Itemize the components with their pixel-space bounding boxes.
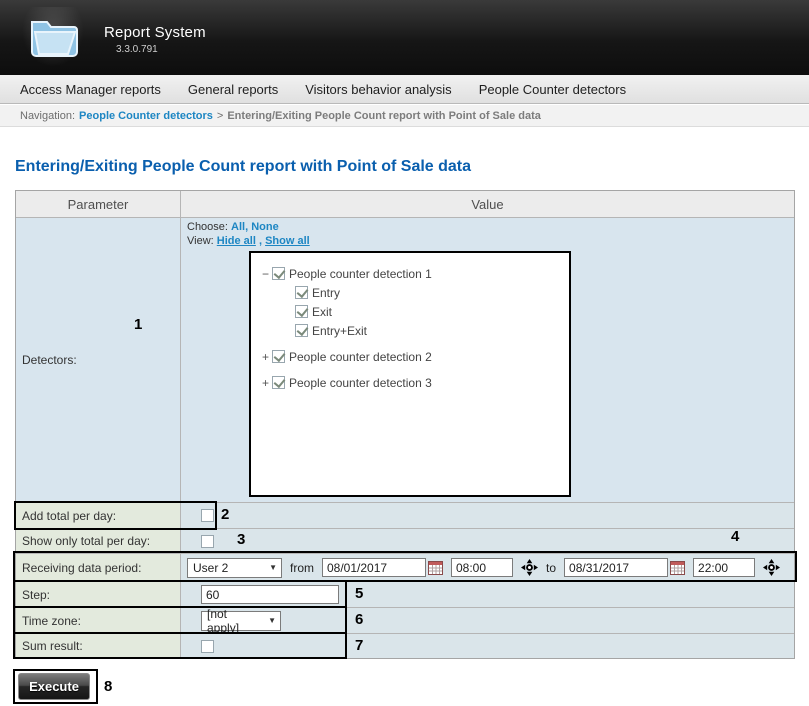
- tree-item-detection-1: − People counter detection 1: [259, 265, 563, 282]
- app-version: 3.3.0.791: [116, 44, 158, 55]
- entry-exit-checkbox[interactable]: [295, 324, 308, 337]
- page-title: Entering/Exiting People Count report wit…: [15, 158, 471, 176]
- receiving-period-row: Receiving data period: User 2 ▼ from: [16, 553, 794, 581]
- tree-item-detection-2: + People counter detection 2: [259, 348, 563, 365]
- main-menu: Access Manager reports General reports V…: [0, 75, 809, 104]
- tree-item-label: Entry: [312, 286, 340, 300]
- app-header: Report System 3.3.0.791: [0, 0, 809, 75]
- tree-item-label: Entry+Exit: [312, 324, 367, 338]
- parameters-table: Parameter Value Detectors: Choose: All, …: [15, 190, 795, 659]
- from-time-input[interactable]: [451, 558, 513, 577]
- add-total-row: Add total per day:: [16, 502, 794, 528]
- detectors-value-cell: Choose: All, None View: Hide all , Show …: [181, 218, 794, 502]
- view-separator: ,: [259, 235, 262, 247]
- report-system-logo-icon: [27, 12, 79, 63]
- menu-item-access-manager-reports[interactable]: Access Manager reports: [20, 82, 161, 97]
- show-only-total-value-cell: [181, 529, 794, 553]
- time-picker-icon[interactable]: [763, 559, 780, 576]
- show-only-total-row: Show only total per day:: [16, 528, 794, 553]
- choose-none-link[interactable]: None: [251, 221, 279, 233]
- view-line: View: Hide all , Show all: [185, 234, 790, 248]
- app-title: Report System: [104, 24, 206, 41]
- from-date-input[interactable]: [322, 558, 426, 577]
- chevron-down-icon: ▼: [269, 563, 277, 572]
- breadcrumb-current: Entering/Exiting People Count report wit…: [227, 110, 541, 122]
- time-zone-select[interactable]: [not apply] ▼: [201, 611, 281, 631]
- tree-item-label: People counter detection 3: [289, 376, 432, 390]
- expand-toggle-icon[interactable]: +: [259, 376, 272, 390]
- detector-3-checkbox[interactable]: [272, 376, 285, 389]
- to-date-group: [564, 558, 685, 577]
- breadcrumb-link-people-counter-detectors[interactable]: People Counter detectors: [79, 110, 213, 122]
- tree-item-entry-exit: Entry+Exit: [259, 322, 563, 339]
- column-header-value: Value: [181, 191, 794, 217]
- detectors-row: Detectors: Choose: All, None View: Hide …: [16, 217, 794, 502]
- add-total-value-cell: [181, 503, 794, 528]
- collapse-toggle-icon[interactable]: −: [259, 267, 272, 281]
- entry-checkbox[interactable]: [295, 286, 308, 299]
- tree-item-label: Exit: [312, 305, 332, 319]
- time-picker-icon[interactable]: [521, 559, 538, 576]
- chevron-down-icon: ▼: [268, 616, 276, 625]
- from-label: from: [290, 561, 314, 575]
- tree-item-detection-3: + People counter detection 3: [259, 374, 563, 391]
- to-date-input[interactable]: [564, 558, 668, 577]
- tree-item-label: People counter detection 2: [289, 350, 432, 364]
- choose-label: Choose:: [187, 221, 228, 233]
- view-label: View:: [187, 235, 214, 247]
- menu-item-people-counter-detectors[interactable]: People Counter detectors: [479, 82, 626, 97]
- detectors-label: Detectors:: [16, 218, 181, 502]
- period-user-select-value: User 2: [193, 561, 228, 575]
- time-zone-label: Time zone:: [16, 608, 181, 633]
- show-all-link[interactable]: Show all: [265, 235, 310, 247]
- time-zone-value-cell: [not apply] ▼: [181, 608, 794, 633]
- choose-all-link[interactable]: All: [231, 221, 245, 233]
- tree-item-entry: Entry: [259, 284, 563, 301]
- show-only-total-label: Show only total per day:: [16, 529, 181, 553]
- to-time-input[interactable]: [693, 558, 755, 577]
- report-system-page: Report System 3.3.0.791 Access Manager r…: [0, 0, 809, 706]
- step-label: Step:: [16, 582, 181, 607]
- calendar-icon[interactable]: [670, 561, 685, 575]
- hide-all-link[interactable]: Hide all: [217, 235, 256, 247]
- execute-button[interactable]: Execute: [18, 673, 90, 700]
- menu-item-visitors-behavior-analysis[interactable]: Visitors behavior analysis: [305, 82, 451, 97]
- sum-result-checkbox[interactable]: [201, 640, 214, 653]
- expand-toggle-icon[interactable]: +: [259, 350, 272, 364]
- show-only-total-checkbox[interactable]: [201, 535, 214, 548]
- step-input[interactable]: [201, 585, 339, 604]
- detector-2-checkbox[interactable]: [272, 350, 285, 363]
- sum-result-label: Sum result:: [16, 634, 181, 658]
- table-header-row: Parameter Value: [16, 191, 794, 217]
- time-zone-row: Time zone: [not apply] ▼: [16, 607, 794, 633]
- exit-checkbox[interactable]: [295, 305, 308, 318]
- breadcrumb: Navigation: People Counter detectors > E…: [0, 105, 809, 127]
- detectors-tree: − People counter detection 1 Entry Exit: [249, 251, 571, 497]
- time-zone-select-value: [not apply]: [207, 607, 262, 635]
- step-row: Step:: [16, 581, 794, 607]
- choose-separator: ,: [245, 221, 248, 233]
- sum-result-value-cell: [181, 634, 794, 658]
- period-user-select[interactable]: User 2 ▼: [187, 558, 282, 578]
- choose-line: Choose: All, None: [185, 220, 790, 234]
- column-header-parameter: Parameter: [16, 191, 181, 217]
- detector-1-checkbox[interactable]: [272, 267, 285, 280]
- calendar-icon[interactable]: [428, 561, 443, 575]
- to-label: to: [546, 561, 556, 575]
- receiving-period-label: Receiving data period:: [16, 554, 181, 581]
- add-total-checkbox[interactable]: [201, 509, 214, 522]
- breadcrumb-separator: >: [217, 110, 223, 122]
- step-value-cell: [181, 582, 794, 607]
- sum-result-row: Sum result:: [16, 633, 794, 658]
- callout-number-8: 8: [104, 678, 112, 695]
- breadcrumb-prefix: Navigation:: [20, 110, 75, 122]
- add-total-label: Add total per day:: [16, 503, 181, 528]
- from-date-group: [322, 558, 443, 577]
- receiving-period-value-cell: User 2 ▼ from: [181, 554, 794, 581]
- app-logo: [22, 7, 84, 67]
- menu-item-general-reports[interactable]: General reports: [188, 82, 278, 97]
- tree-item-label: People counter detection 1: [289, 267, 432, 281]
- tree-item-exit: Exit: [259, 303, 563, 320]
